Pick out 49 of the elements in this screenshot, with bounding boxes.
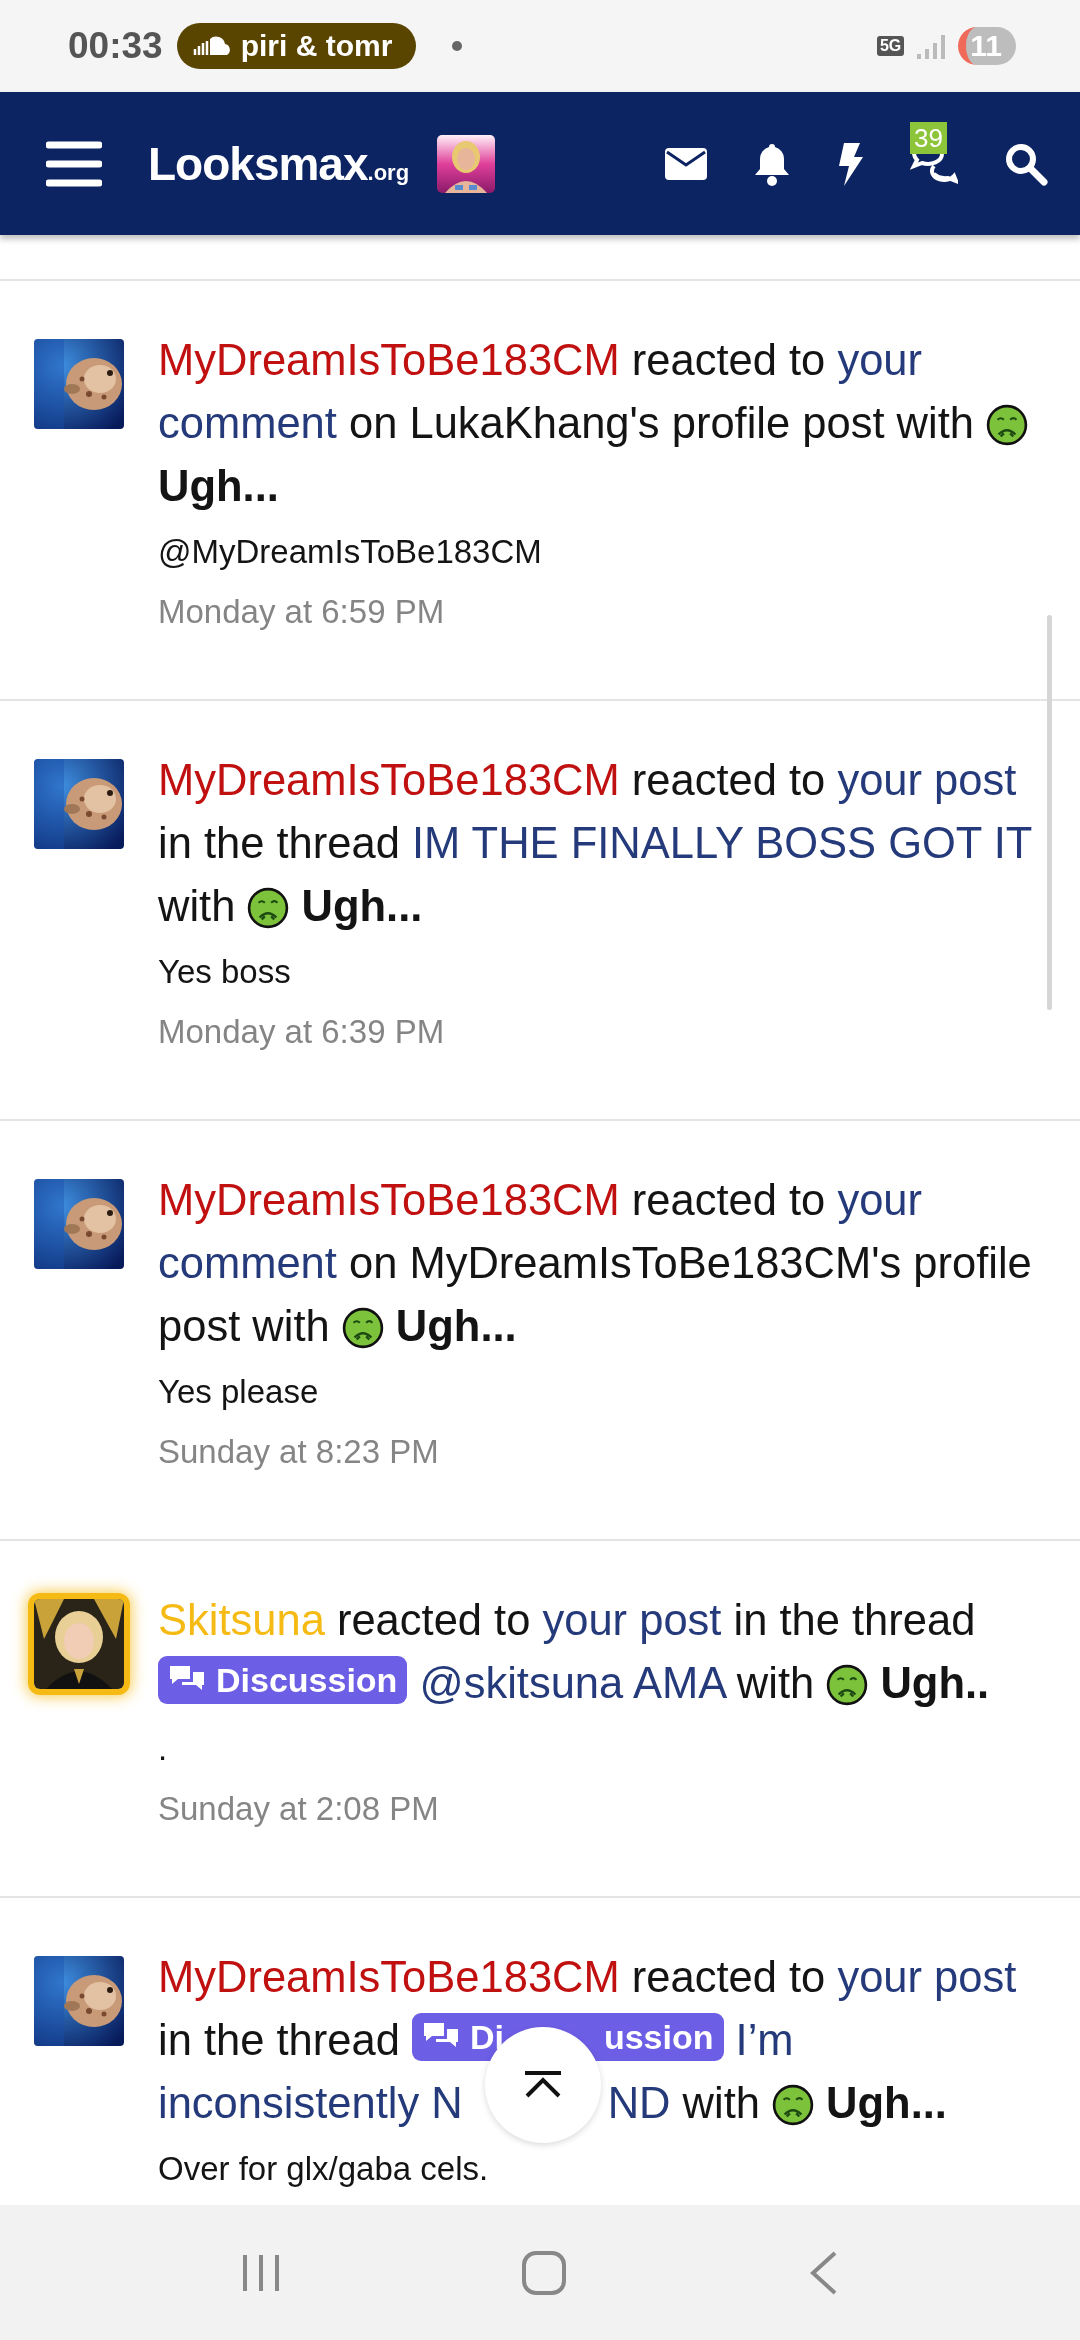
discussion-label: Discussion (158, 1656, 408, 1704)
timestamp: Monday at 6:59 PM (158, 592, 446, 632)
comment-snippet: @MyDreamIsToBe183CM (158, 532, 543, 572)
notification-text[interactable]: MyDreamIsToBe183CM reacted to your comment on LukaKhang's profile post with Ugh... (158, 329, 1060, 518)
site-logo[interactable]: Looksmax.org (148, 136, 410, 191)
thread-link[interactable]: I’m (735, 2016, 794, 2064)
thread-link[interactable]: ND (607, 2079, 671, 2127)
notification-text[interactable]: MyDreamIsToBe183CM reacted to your post in the thread IM THE FINALLY BOSS GOT IT with Ugh... (158, 749, 1060, 938)
home-icon[interactable] (520, 2248, 568, 2297)
sick-emoji-icon (826, 1664, 869, 1706)
timestamp: Monday at 6:39 PM (158, 1012, 446, 1052)
battery-indicator: 11 (958, 27, 1016, 65)
thread-link[interactable]: inconsistently N (158, 2079, 463, 2127)
sick-emoji-icon (247, 887, 290, 929)
timestamp: Sunday at 2:08 PM (158, 1789, 440, 1829)
thread-link[interactable]: your (837, 336, 922, 384)
thread-link[interactable]: your (837, 1176, 922, 1224)
lightning-icon[interactable] (836, 140, 864, 187)
user-link[interactable]: MyDreamIsToBe183CM (158, 756, 620, 804)
clock: 00:33 (68, 25, 163, 67)
media-chip[interactable]: piri & tomr (176, 23, 417, 69)
bell-icon[interactable] (754, 141, 790, 186)
unread-badge: 39 (910, 121, 947, 154)
sick-emoji-icon (772, 2084, 814, 2126)
notification-text[interactable]: Skitsuna reacted to your post in the thread Discussion @skitsuna AMA with Ugh.. (158, 1589, 1060, 1715)
timestamp: Sunday at 8:23 PM (158, 1432, 440, 1472)
thread-link[interactable]: comment (158, 1239, 337, 1287)
mail-icon[interactable] (664, 146, 708, 181)
user-link[interactable]: MyDreamIsToBe183CM (158, 336, 620, 384)
comment-snippet: Yes boss (158, 952, 292, 992)
thread-link[interactable]: your post (837, 1953, 1017, 2001)
sick-emoji-icon (986, 404, 1028, 446)
search-icon[interactable] (1004, 141, 1048, 186)
cloud-icon (192, 35, 233, 57)
user-link[interactable]: MyDreamIsToBe183CM (158, 1953, 620, 2001)
sick-emoji-icon (341, 1307, 384, 1349)
menu-icon[interactable] (46, 139, 102, 188)
thread-link[interactable]: comment (158, 399, 337, 447)
thread-link[interactable]: your post (837, 756, 1017, 804)
notification-dot (452, 41, 463, 51)
notification-text[interactable]: MyDreamIsToBe183CM reacted to your comment on MyDreamIsToBe183CM's profile post with Ugh... (158, 1169, 1060, 1358)
comment-snippet: Yes please (158, 1372, 320, 1412)
thread-link[interactable]: IM THE FINALLY BOSS GOT IT (411, 819, 1032, 867)
user-link[interactable]: MyDreamIsToBe183CM (158, 1176, 620, 1224)
thread-link[interactable]: @skitsuna AMA (419, 1659, 725, 1707)
comment-snippet: Over for glx/gaba cels. (158, 2149, 490, 2189)
network-indicator: 5G (876, 36, 905, 56)
thread-link[interactable]: your post (542, 1596, 722, 1644)
comment-snippet: . (158, 1729, 169, 1769)
